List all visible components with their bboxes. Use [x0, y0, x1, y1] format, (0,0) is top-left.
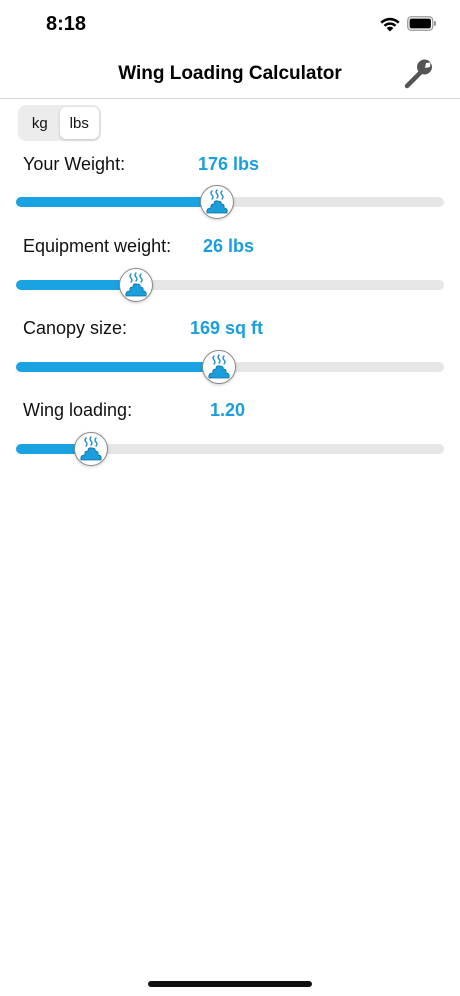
wing-loading-label: Wing loading:: [23, 400, 133, 420]
steaming-pile-icon: [80, 436, 102, 461]
unit-segment-kg[interactable]: kg: [20, 107, 60, 139]
equipment-value: 26 lbs: [203, 236, 255, 256]
slider-thumb[interactable]: [74, 432, 108, 466]
equipment-slider[interactable]: [16, 268, 444, 302]
status-bar: 8:18: [0, 0, 460, 50]
status-time: 8:18: [46, 13, 87, 35]
slider-thumb[interactable]: [202, 350, 236, 384]
slider-fill: [16, 362, 219, 372]
weight-value: 176 lbs: [198, 154, 260, 174]
page-title: Wing Loading Calculator: [118, 63, 342, 84]
canopy-label: Canopy size:: [23, 318, 128, 338]
unit-segmented-control: kg lbs: [18, 105, 101, 141]
unit-segment-lbs[interactable]: lbs: [59, 107, 99, 139]
navigation-bar: Wing Loading Calculator: [0, 50, 460, 99]
steaming-pile-icon: [208, 354, 230, 379]
canopy-value: 169 sq ft: [190, 318, 264, 338]
battery-icon: [407, 16, 436, 31]
wrench-icon[interactable]: [403, 56, 437, 90]
slider-thumb[interactable]: [119, 268, 153, 302]
steaming-pile-icon: [125, 272, 147, 297]
slider-fill: [16, 280, 136, 290]
weight-slider[interactable]: [16, 185, 444, 219]
wing-loading-value: 1.20: [210, 400, 246, 420]
weight-label: Your Weight:: [23, 154, 126, 174]
slider-fill: [16, 197, 217, 207]
wifi-icon: [380, 17, 400, 32]
app-screen: 8:18 Wing Loading Calculator kg lbs Your…: [0, 0, 460, 996]
home-indicator[interactable]: [148, 981, 312, 987]
steaming-pile-icon: [206, 189, 228, 214]
wing-loading-slider[interactable]: [16, 432, 444, 466]
slider-thumb[interactable]: [200, 185, 234, 219]
canopy-slider[interactable]: [16, 350, 444, 384]
equipment-label: Equipment weight:: [23, 236, 172, 256]
